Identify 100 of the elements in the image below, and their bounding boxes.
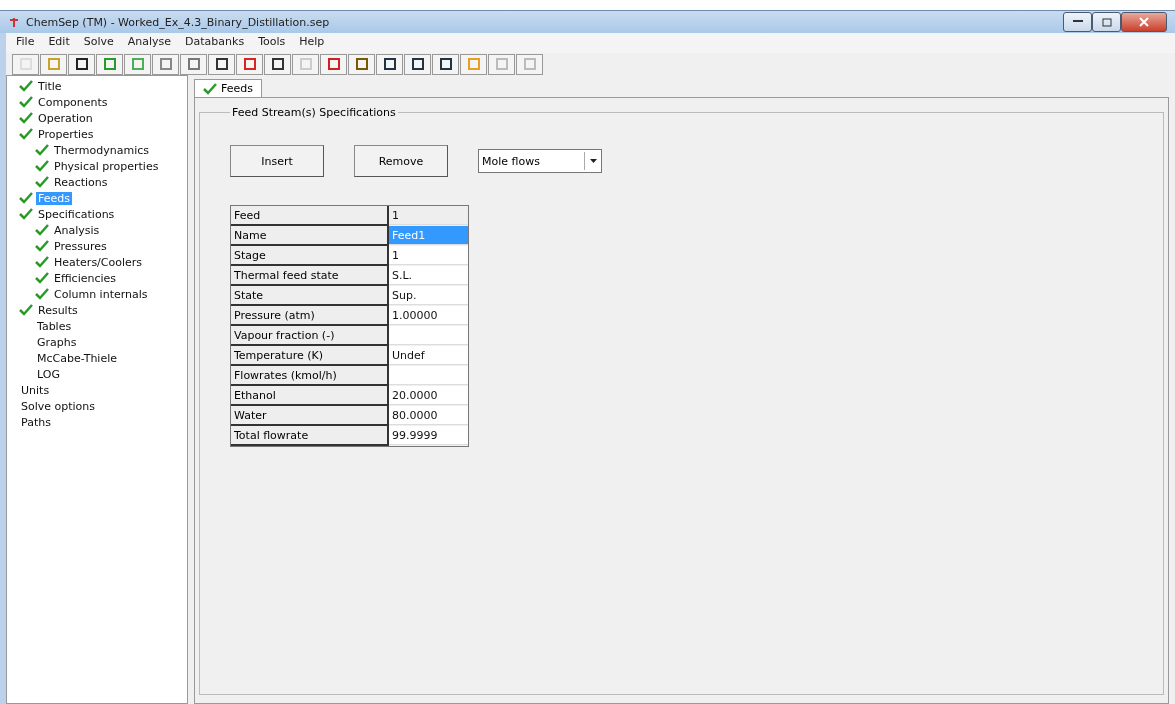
- menu-item[interactable]: File: [16, 35, 35, 51]
- units-dropdown[interactable]: Mole flows: [478, 149, 602, 173]
- tree-item[interactable]: Pressures: [52, 239, 109, 253]
- toolbar-button[interactable]: [264, 53, 291, 75]
- minimize-button[interactable]: [1063, 12, 1092, 32]
- toolbar-icon: [438, 57, 453, 71]
- window-title: ChemSep (TM) - Worked_Ex_4.3_Binary_Distillation.sep: [26, 15, 330, 29]
- toolbar-icon: [494, 57, 509, 71]
- row-label: Temperature (K): [231, 346, 389, 366]
- row-label: Total flowrate: [231, 426, 389, 446]
- checkmark-icon: [19, 208, 33, 220]
- checkmark-icon: [35, 160, 49, 172]
- toolbar-icon: [102, 57, 117, 71]
- group-title: Feed Stream(s) Specifications: [231, 106, 397, 119]
- toolbar-icon: [326, 57, 341, 71]
- row-label: Name: [231, 226, 389, 246]
- column-header: Feed: [231, 206, 389, 226]
- table-cell[interactable]: S.L.: [389, 266, 468, 285]
- checkmark-icon: [203, 82, 217, 95]
- close-button[interactable]: [1121, 12, 1167, 32]
- checkmark-icon: [19, 192, 33, 204]
- toolbar-icon: [74, 57, 89, 71]
- tree-item[interactable]: Heaters/Coolers: [52, 255, 145, 269]
- row-label: State: [231, 286, 389, 306]
- tree-item[interactable]: Solve options: [19, 399, 98, 413]
- menu-item[interactable]: Edit: [48, 35, 70, 51]
- tree-item[interactable]: Physical properties: [52, 159, 161, 173]
- toolbar-icon: [214, 57, 229, 71]
- table-cell[interactable]: 1: [389, 246, 468, 265]
- toolbar-icon: [270, 57, 285, 71]
- toolbar-icon: [242, 57, 257, 71]
- toolbar-icon: [130, 57, 145, 71]
- row-label: Water: [231, 406, 389, 426]
- tree-item[interactable]: Operation: [36, 111, 95, 125]
- tree-item[interactable]: McCabe-Thiele: [35, 351, 119, 365]
- tree-item[interactable]: LOG: [35, 367, 62, 381]
- minimize-icon: [1072, 20, 1083, 24]
- checkmark-icon: [19, 304, 33, 316]
- table-cell[interactable]: 1.00000: [389, 306, 468, 325]
- tree-item[interactable]: Specifications: [36, 207, 117, 221]
- row-label: Pressure (atm): [231, 306, 389, 326]
- checkmark-icon: [19, 96, 33, 108]
- menu-item[interactable]: Tools: [258, 35, 286, 51]
- checkmark-icon: [35, 144, 49, 156]
- tree-item[interactable]: Reactions: [52, 175, 110, 189]
- menu-item[interactable]: Help: [299, 35, 325, 51]
- checkmark-icon: [35, 240, 49, 252]
- toolbar-button[interactable]: [208, 53, 235, 75]
- checkmark-icon: [19, 128, 33, 140]
- checkmark-icon: [35, 288, 49, 300]
- tree-item[interactable]: Thermodynamics: [52, 143, 151, 157]
- toolbar-icon: [298, 57, 313, 71]
- toolbar-button[interactable]: [376, 53, 403, 75]
- toolbar-button[interactable]: [68, 53, 95, 75]
- tree-item[interactable]: Paths: [19, 415, 53, 429]
- tree-item[interactable]: Title: [36, 79, 64, 93]
- tree-item[interactable]: Units: [19, 383, 52, 397]
- menu-item[interactable]: Solve: [83, 35, 114, 51]
- toolbar-icon: [522, 57, 537, 71]
- close-icon: [1139, 17, 1149, 27]
- toolbar-icon: [382, 57, 397, 71]
- action-button[interactable]: Insert: [230, 145, 324, 177]
- tab[interactable]: Feeds: [194, 79, 262, 97]
- row-label: Thermal feed state: [231, 266, 389, 286]
- tree-item[interactable]: Properties: [36, 127, 96, 141]
- toolbar-icon: [466, 57, 481, 71]
- tree-item[interactable]: Tables: [35, 319, 74, 333]
- caret-icon: [589, 159, 597, 163]
- checkmark-icon: [19, 80, 33, 92]
- tree-item[interactable]: Analysis: [52, 223, 102, 237]
- row-label: Stage: [231, 246, 389, 266]
- tree-item[interactable]: Column internals: [52, 287, 150, 301]
- table-cell[interactable]: [389, 326, 468, 345]
- checkmark-icon: [19, 112, 33, 124]
- app-logo-icon: [8, 16, 20, 28]
- table-cell[interactable]: [389, 366, 468, 385]
- maximize-icon: [1101, 17, 1112, 27]
- table-cell[interactable]: Sup.: [389, 286, 468, 305]
- tree-item[interactable]: Efficiencies: [52, 271, 119, 285]
- tree-item[interactable]: Components: [36, 95, 110, 109]
- toolbar-icon: [46, 57, 61, 71]
- toolbar-button[interactable]: [432, 53, 459, 75]
- row-label: Ethanol: [231, 386, 389, 406]
- menu-item[interactable]: Analyse: [127, 35, 172, 51]
- toolbar-button[interactable]: [404, 53, 431, 75]
- checkmark-icon: [35, 256, 49, 268]
- action-button[interactable]: Remove: [354, 145, 448, 177]
- toolbar-icon: [410, 57, 425, 71]
- checkmark-icon: [35, 176, 49, 188]
- toolbar-icon: [186, 57, 201, 71]
- maximize-button[interactable]: [1092, 12, 1121, 32]
- table-cell[interactable]: 80.0000: [389, 406, 468, 425]
- table-cell[interactable]: 99.9999: [389, 426, 468, 445]
- row-label: Flowrates (kmol/h): [231, 366, 389, 386]
- tree-item[interactable]: Results: [36, 303, 80, 317]
- menu-item[interactable]: Databanks: [185, 35, 245, 51]
- table-cell[interactable]: Undef: [389, 346, 468, 365]
- row-label: Vapour fraction (-): [231, 326, 389, 346]
- tree-item[interactable]: Graphs: [35, 335, 79, 349]
- table-cell[interactable]: 20.0000: [389, 386, 468, 405]
